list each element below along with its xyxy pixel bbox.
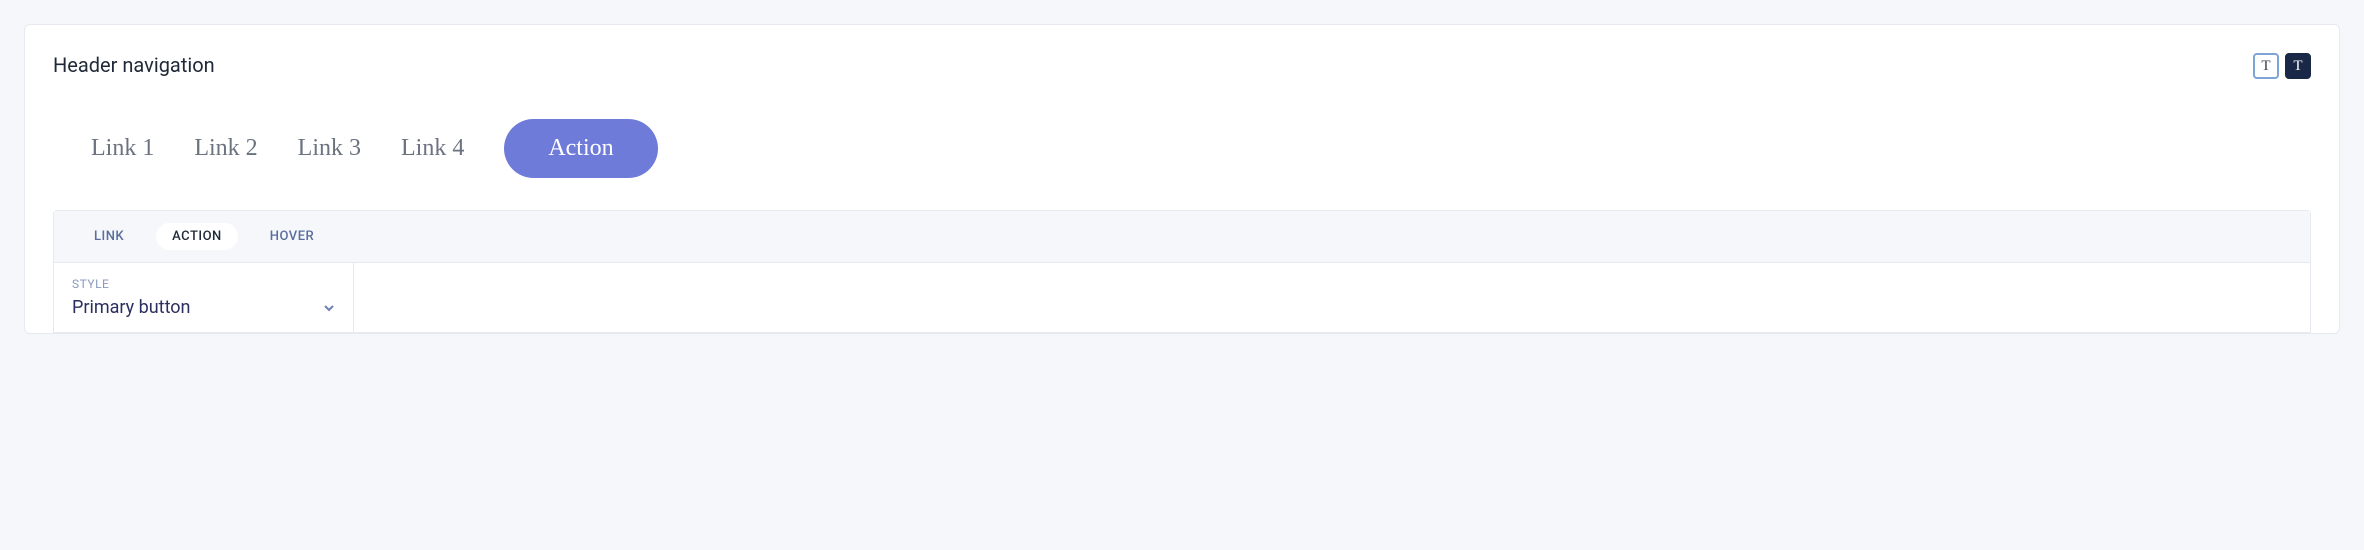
style-dropdown[interactable]: STYLE Primary button: [54, 263, 354, 332]
nav-link-2[interactable]: Link 2: [194, 135, 257, 162]
text-icon: T: [2293, 58, 2302, 75]
config-body: STYLE Primary button: [54, 263, 2310, 332]
theme-dark-toggle[interactable]: T: [2285, 53, 2311, 79]
config-tabs: LINK ACTION HOVER: [54, 211, 2310, 263]
config-section: LINK ACTION HOVER STYLE Primary button: [53, 210, 2311, 333]
style-value: Primary button: [72, 297, 191, 318]
panel-title: Header navigation: [53, 53, 215, 77]
style-label: STYLE: [72, 277, 335, 291]
header-navigation-panel: Header navigation T T Link 1 Link 2 Link…: [24, 24, 2340, 334]
tab-link[interactable]: LINK: [78, 223, 140, 250]
chevron-down-icon: [323, 302, 335, 314]
nav-action-button[interactable]: Action: [504, 119, 657, 178]
panel-header: Header navigation T T: [53, 53, 2311, 79]
nav-link-1[interactable]: Link 1: [91, 135, 154, 162]
nav-link-4[interactable]: Link 4: [401, 135, 464, 162]
theme-light-toggle[interactable]: T: [2253, 53, 2279, 79]
nav-preview: Link 1 Link 2 Link 3 Link 4 Action: [53, 103, 2311, 210]
theme-toggles: T T: [2253, 53, 2311, 79]
tab-action[interactable]: ACTION: [156, 223, 238, 250]
tab-hover[interactable]: HOVER: [254, 223, 330, 250]
nav-link-3[interactable]: Link 3: [298, 135, 361, 162]
text-icon: T: [2261, 58, 2270, 75]
style-value-row: Primary button: [72, 297, 335, 318]
